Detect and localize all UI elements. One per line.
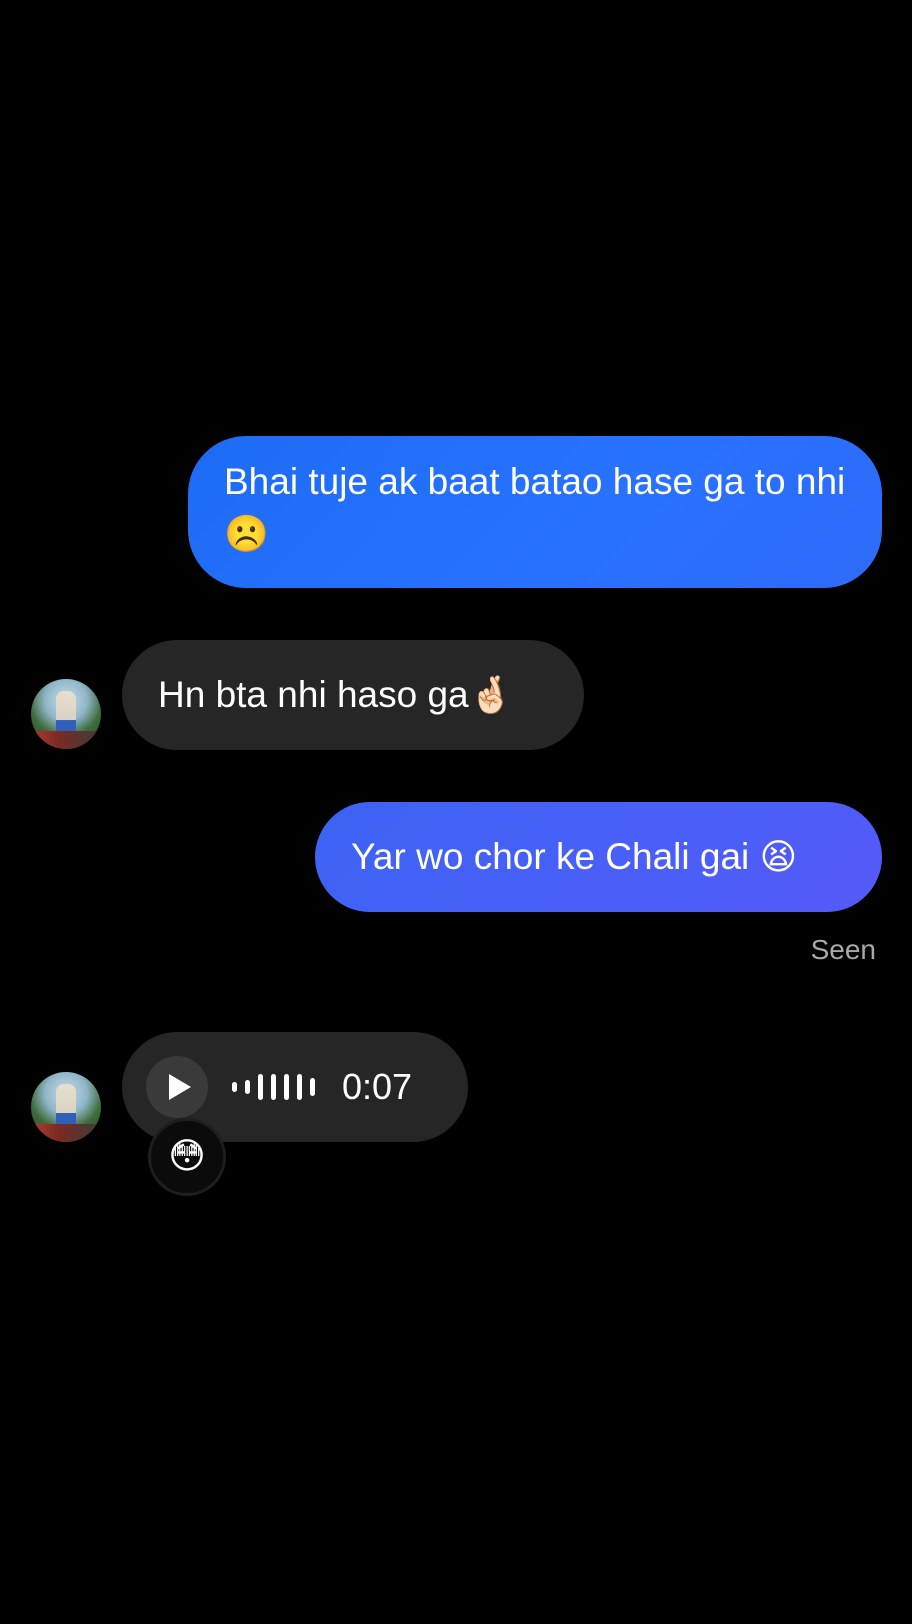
- sender-avatar[interactable]: [31, 679, 101, 749]
- voice-duration: 0:07: [342, 1066, 413, 1107]
- message-bubble-incoming[interactable]: Hn bta nhi haso ga🤞🏻: [122, 640, 584, 750]
- message-text: Hn bta nhi haso ga: [158, 674, 469, 715]
- message-bubble-outgoing[interactable]: Bhai tuje ak baat batao hase ga to nhi ☹…: [188, 436, 882, 588]
- crossed-fingers-emoji-icon: 🤞🏻: [468, 675, 514, 716]
- avatar-background: [31, 1124, 101, 1142]
- flushed-face-emoji-icon: 😳: [168, 1136, 206, 1177]
- sender-avatar[interactable]: [31, 1072, 101, 1142]
- reaction-badge[interactable]: 😳: [148, 1118, 226, 1196]
- message-text: Yar wo chor ke Chali gai: [351, 836, 750, 877]
- tired-face-emoji-icon: 😫: [759, 837, 798, 878]
- avatar-background: [31, 731, 101, 749]
- seen-status: Seen: [810, 934, 876, 965]
- message-bubble-outgoing[interactable]: Yar wo chor ke Chali gai 😫: [315, 802, 882, 912]
- play-icon: [169, 1074, 191, 1100]
- frowning-face-emoji-icon: ☹️: [224, 514, 269, 555]
- play-button[interactable]: [146, 1056, 208, 1118]
- message-text: Bhai tuje ak baat batao hase ga to nhi: [224, 461, 846, 502]
- waveform-icon: [232, 1072, 332, 1102]
